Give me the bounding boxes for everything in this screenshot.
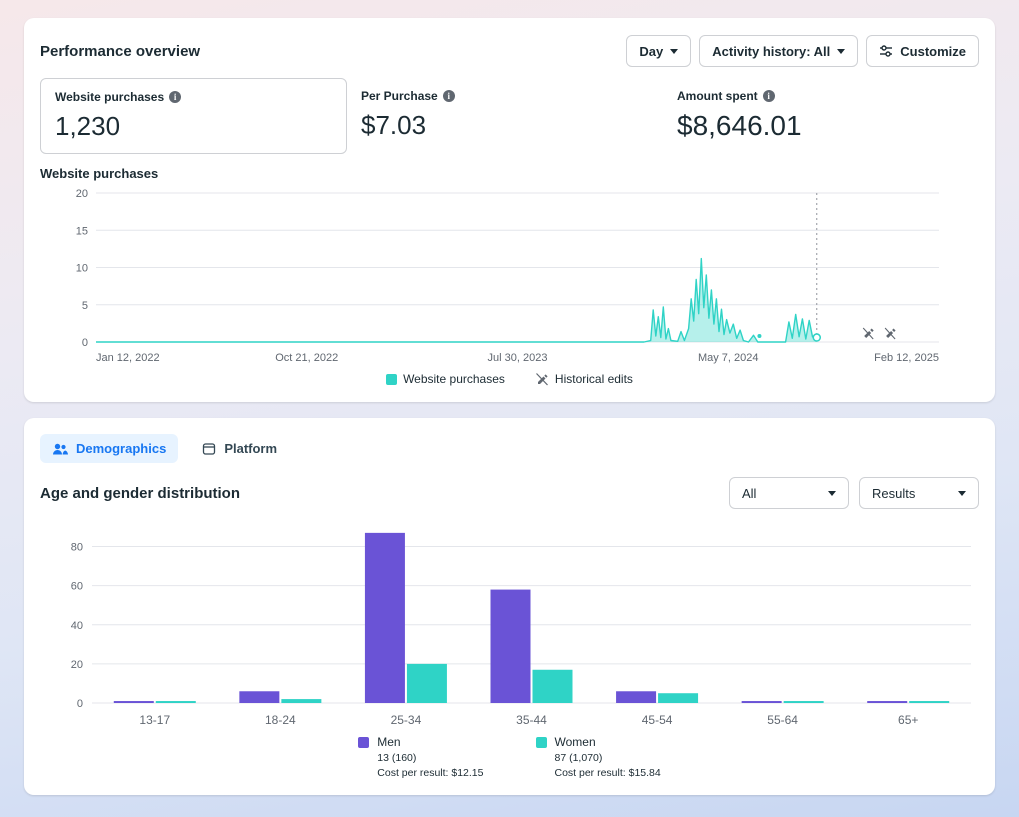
metric-value: 1,230: [55, 111, 332, 142]
legend-men-text: Men 13 (160) Cost per result: $12.15: [377, 735, 483, 779]
info-icon[interactable]: [169, 91, 181, 103]
bar-chart-legend: Men 13 (160) Cost per result: $12.15 Wom…: [40, 735, 979, 779]
platform-icon: [202, 442, 216, 456]
legend-website-purchases: Website purchases: [386, 372, 505, 386]
svg-text:80: 80: [71, 542, 83, 554]
svg-text:Feb 12, 2025: Feb 12, 2025: [874, 352, 939, 364]
teal-swatch-icon: [386, 374, 397, 385]
day-dropdown[interactable]: Day: [626, 35, 691, 67]
tab-label: Demographics: [76, 441, 166, 456]
line-chart-legend: Website purchases Historical edits: [40, 372, 979, 386]
day-dropdown-label: Day: [639, 44, 663, 59]
svg-text:15: 15: [76, 225, 88, 237]
svg-text:45-54: 45-54: [642, 713, 673, 727]
breakdown-dropdown[interactable]: All: [729, 477, 849, 509]
metric-value: $7.03: [361, 110, 649, 141]
svg-text:20: 20: [76, 188, 88, 200]
legend-label: Men: [377, 735, 483, 749]
metric-amount-spent[interactable]: Amount spent $8,646.01: [663, 78, 816, 154]
metric-website-purchases[interactable]: Website purchases 1,230: [40, 78, 347, 154]
tab-demographics[interactable]: Demographics: [40, 434, 178, 463]
svg-text:0: 0: [82, 337, 88, 349]
age-gender-chart[interactable]: 0 20 40 60 80 13-17 18-24 25-34 35-44 45-54 55-64 6…: [40, 515, 979, 733]
svg-text:25-34: 25-34: [391, 713, 422, 727]
legend-women-text: Women 87 (1,070) Cost per result: $15.84: [555, 735, 661, 779]
breakdown-dropdown-label: All: [742, 486, 756, 501]
activity-history-dropdown[interactable]: Activity history: All: [699, 35, 858, 67]
pencil-edit-icon: [535, 372, 549, 386]
svg-text:60: 60: [71, 581, 83, 593]
svg-text:10: 10: [76, 263, 88, 275]
svg-text:20: 20: [71, 659, 83, 671]
svg-text:18-24: 18-24: [265, 713, 296, 727]
svg-text:Jul 30, 2023: Jul 30, 2023: [488, 352, 548, 364]
metric-label: Amount spent: [677, 89, 758, 103]
legend-cost: Cost per result: $15.84: [555, 767, 661, 779]
chevron-down-icon: [670, 49, 678, 54]
website-purchases-chart[interactable]: 0 5 10 15 20 Jan 12, 2022 Oct 21, 2022 Jul 30, …: [40, 183, 979, 368]
legend-men: Men 13 (160) Cost per result: $12.15: [358, 735, 483, 779]
metric-label: Per Purchase: [361, 89, 438, 103]
header-controls: Day Activity history: All: [626, 35, 979, 67]
activity-history-label: Activity history: All: [712, 44, 830, 59]
tab-platform[interactable]: Platform: [190, 434, 289, 463]
svg-text:40: 40: [71, 620, 83, 632]
metric-label-row: Amount spent: [677, 89, 802, 103]
tabs-row: Demographics Platform: [40, 434, 979, 463]
customize-sliders-icon: [879, 44, 893, 58]
filters: All Results: [729, 477, 979, 509]
legend-value: 13 (160): [377, 752, 483, 764]
svg-text:65+: 65+: [898, 713, 918, 727]
legend-historical-edits: Historical edits: [535, 372, 633, 386]
page-background: Performance overview Day Activity histor…: [0, 0, 1019, 817]
metric-label-row: Website purchases: [55, 90, 332, 104]
svg-text:Jan 12, 2022: Jan 12, 2022: [96, 352, 160, 364]
results-dropdown-label: Results: [872, 486, 915, 501]
svg-text:55-64: 55-64: [767, 713, 798, 727]
legend-cost: Cost per result: $12.15: [377, 767, 483, 779]
section-title: Age and gender distribution: [40, 485, 240, 502]
purple-swatch-icon: [358, 737, 369, 748]
demographics-header: Age and gender distribution All Results: [40, 477, 979, 509]
legend-value: 87 (1,070): [555, 752, 661, 764]
customize-label: Customize: [900, 44, 966, 59]
svg-text:May 7, 2024: May 7, 2024: [698, 352, 759, 364]
performance-overview-card: Performance overview Day Activity histor…: [24, 18, 995, 402]
chevron-down-icon: [958, 491, 966, 496]
chevron-down-icon: [837, 49, 845, 54]
line-chart-title: Website purchases: [40, 166, 979, 181]
metrics-row: Website purchases 1,230 Per Purchase $7.…: [40, 78, 979, 154]
people-icon: [52, 442, 68, 456]
customize-button[interactable]: Customize: [866, 35, 979, 67]
demographics-card: Demographics Platform Age and gender dis…: [24, 418, 995, 795]
legend-label: Website purchases: [403, 372, 505, 386]
svg-text:0: 0: [77, 698, 83, 710]
legend-label: Women: [555, 735, 661, 749]
svg-text:Oct 21, 2022: Oct 21, 2022: [275, 352, 338, 364]
info-icon[interactable]: [443, 90, 455, 102]
chevron-down-icon: [828, 491, 836, 496]
metric-per-purchase[interactable]: Per Purchase $7.03: [347, 78, 663, 154]
metric-value: $8,646.01: [677, 110, 802, 142]
teal-swatch-icon: [536, 737, 547, 748]
svg-text:5: 5: [82, 300, 88, 312]
tab-label: Platform: [224, 441, 277, 456]
legend-label: Historical edits: [555, 372, 633, 386]
svg-text:35-44: 35-44: [516, 713, 547, 727]
legend-women: Women 87 (1,070) Cost per result: $15.84: [536, 735, 661, 779]
metric-label-row: Per Purchase: [361, 89, 649, 103]
results-dropdown[interactable]: Results: [859, 477, 979, 509]
svg-text:13-17: 13-17: [139, 713, 170, 727]
performance-card-header: Performance overview Day Activity histor…: [40, 34, 979, 68]
page-title: Performance overview: [40, 43, 200, 60]
info-icon[interactable]: [763, 90, 775, 102]
metric-label: Website purchases: [55, 90, 164, 104]
